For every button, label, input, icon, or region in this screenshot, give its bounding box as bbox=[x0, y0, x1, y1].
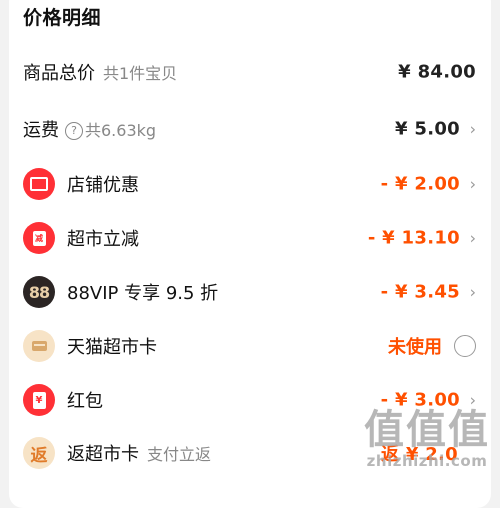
shopping-bag-icon: 减 bbox=[23, 222, 55, 254]
store-discount-label: 店铺优惠 bbox=[67, 175, 139, 196]
chevron-right-icon[interactable]: › bbox=[470, 229, 476, 248]
row-supermarket-reduction[interactable]: 减 超市立减 - ¥ 13.10 › bbox=[0, 218, 500, 258]
question-circle-icon[interactable]: ? bbox=[65, 122, 83, 140]
supermarket-reduction-label: 超市立减 bbox=[67, 229, 139, 250]
chevron-right-icon[interactable]: › bbox=[470, 391, 476, 410]
red-packet-label: 红包 bbox=[67, 391, 103, 412]
rebate-icon: 返 bbox=[23, 437, 55, 469]
rebate-card-label: 返超市卡 支付立返 bbox=[67, 444, 212, 465]
goods-total-amount: ¥ 84.00 bbox=[398, 61, 476, 83]
rebate-note-text: 支付立返 bbox=[147, 445, 212, 464]
row-88vip-discount[interactable]: 88 88VIP 专享 9.5 折 - ¥ 3.45 › bbox=[0, 272, 500, 312]
vip-discount-amount: - ¥ 3.45 bbox=[380, 281, 460, 303]
vip-discount-label: 88VIP 专享 9.5 折 bbox=[67, 283, 219, 304]
shipping-weight-text: 共6.63kg bbox=[85, 121, 157, 140]
ticket-icon bbox=[23, 168, 55, 200]
chevron-right-icon[interactable]: › bbox=[470, 175, 476, 194]
supermarket-reduction-amount: - ¥ 13.10 bbox=[367, 227, 460, 249]
store-discount-amount: - ¥ 2.00 bbox=[380, 173, 460, 195]
row-red-packet[interactable]: ¥ 红包 - ¥ 3.00 › bbox=[0, 380, 500, 420]
tmall-card-label: 天猫超市卡 bbox=[67, 337, 157, 358]
row-rebate-card[interactable]: 返 返超市卡 支付立返 返 ¥ 2.0 bbox=[0, 433, 500, 473]
rebate-amount: 返 ¥ 2.0 bbox=[380, 444, 458, 465]
red-packet-icon: ¥ bbox=[23, 384, 55, 416]
red-packet-amount: - ¥ 3.00 bbox=[380, 389, 460, 411]
goods-total-label: 商品总价 共1件宝贝 bbox=[23, 63, 178, 84]
row-shipping[interactable]: 运费? 共6.63kg ¥ 5.00 › bbox=[0, 109, 500, 149]
card-select-radio[interactable] bbox=[454, 335, 476, 357]
shipping-label: 运费? 共6.63kg bbox=[23, 120, 157, 141]
row-tmall-card[interactable]: 天猫超市卡 未使用 bbox=[0, 326, 500, 366]
chevron-right-icon[interactable]: › bbox=[470, 283, 476, 302]
goods-count-text: 共1件宝贝 bbox=[103, 64, 178, 83]
shipping-amount: ¥ 5.00 bbox=[394, 118, 460, 140]
card-status-text: 未使用 bbox=[388, 337, 442, 358]
card-icon bbox=[23, 330, 55, 362]
page-title: 价格明细 bbox=[23, 7, 102, 29]
row-store-discount[interactable]: 店铺优惠 - ¥ 2.00 › bbox=[0, 164, 500, 204]
row-goods-total: 商品总价 共1件宝贝 ¥ 84.00 bbox=[0, 52, 500, 92]
chevron-right-icon[interactable]: › bbox=[470, 120, 476, 139]
88vip-icon: 88 bbox=[23, 276, 55, 308]
